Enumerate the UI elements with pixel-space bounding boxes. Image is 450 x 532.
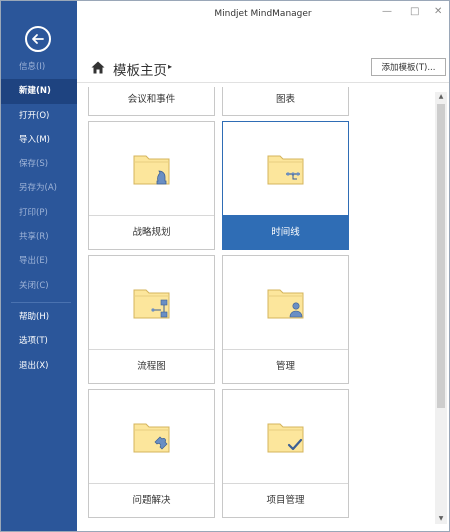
template-tile-problem-solving[interactable]: 问题解决: [88, 389, 215, 518]
sidebar-item-save[interactable]: 保存(S): [1, 152, 77, 176]
maximize-button[interactable]: □: [410, 6, 419, 17]
scroll-up-arrow-icon[interactable]: ▲: [435, 92, 447, 102]
sidebar-divider: [11, 301, 71, 303]
tile-icon-area: [223, 390, 348, 485]
close-button[interactable]: ✕: [434, 6, 442, 17]
tile-icon-area: [89, 390, 214, 485]
tile-label: 问题解决: [89, 483, 214, 517]
template-tile-project-management[interactable]: 项目管理: [222, 389, 349, 518]
sidebar-item-options[interactable]: 选项(T): [1, 329, 77, 353]
sidebar: 信息(I) 新建(N) 打开(O) 导入(M) 保存(S) 另存为(A) 打印(…: [1, 1, 77, 531]
template-grid: 会议和事件 图表 战略规划 时间线 流程图 管理 问题解决 项目管理: [77, 87, 433, 531]
sidebar-menu: 信息(I) 新建(N) 打开(O) 导入(M) 保存(S) 另存为(A) 打印(…: [1, 55, 77, 378]
scrollbar-thumb[interactable]: [437, 104, 445, 408]
sidebar-item-exit[interactable]: 退出(X): [1, 354, 77, 378]
tile-icon-area: [89, 122, 214, 217]
tile-label: 战略规划: [89, 215, 214, 249]
tile-label: 流程图: [89, 349, 214, 383]
sidebar-item-close[interactable]: 关闭(C): [1, 274, 77, 298]
back-button[interactable]: [25, 26, 51, 52]
template-tile-timeline[interactable]: 时间线: [222, 121, 349, 250]
template-tile-flowchart[interactable]: 流程图: [88, 255, 215, 384]
app-title: Mindjet MindManager: [214, 9, 312, 19]
header-divider: [77, 82, 449, 83]
app-window: 信息(I) 新建(N) 打开(O) 导入(M) 保存(S) 另存为(A) 打印(…: [0, 0, 450, 532]
folder-flowchart-icon: [133, 289, 170, 319]
tile-icon-area: [223, 122, 348, 217]
tile-icon-area: [223, 256, 348, 351]
sidebar-item-help[interactable]: 帮助(H): [1, 305, 77, 329]
template-tile-meetings-events[interactable]: 会议和事件: [88, 87, 215, 116]
page-header: 模板主页 ▸ 添加模板(T)...: [77, 53, 449, 83]
folder-timeline-icon: [267, 155, 304, 185]
template-tile-strategic-planning[interactable]: 战略规划: [88, 121, 215, 250]
tile-label: 图表: [223, 87, 348, 115]
sidebar-item-new[interactable]: 新建(N): [1, 79, 77, 104]
add-template-button[interactable]: 添加模板(T)...: [371, 58, 446, 76]
page-title: 模板主页: [113, 63, 167, 79]
minimize-button[interactable]: —: [382, 6, 392, 17]
back-arrow-icon: [32, 34, 44, 44]
template-tile-management[interactable]: 管理: [222, 255, 349, 384]
sidebar-item-open[interactable]: 打开(O): [1, 104, 77, 128]
template-tile-charts[interactable]: 图表: [222, 87, 349, 116]
tile-label: 会议和事件: [89, 87, 214, 115]
folder-puzzle-icon: [133, 423, 170, 453]
tile-label: 项目管理: [223, 483, 348, 517]
folder-chess-icon: [133, 155, 170, 185]
title-bar: Mindjet MindManager — □ ✕: [77, 1, 449, 29]
tile-label: 管理: [223, 349, 348, 383]
folder-checkmark-icon: [267, 423, 304, 453]
folder-person-icon: [267, 289, 304, 319]
sidebar-item-info[interactable]: 信息(I): [1, 55, 77, 79]
tile-label: 时间线: [223, 215, 348, 249]
breadcrumb-arrow-icon[interactable]: ▸: [168, 62, 172, 71]
tile-icon-area: [89, 256, 214, 351]
home-icon[interactable]: [91, 61, 105, 74]
scroll-down-arrow-icon[interactable]: ▼: [435, 514, 447, 524]
sidebar-item-import[interactable]: 导入(M): [1, 128, 77, 152]
sidebar-item-print[interactable]: 打印(P): [1, 201, 77, 225]
sidebar-item-share[interactable]: 共享(R): [1, 225, 77, 249]
vertical-scrollbar[interactable]: ▲ ▼: [435, 92, 447, 524]
sidebar-item-save-as[interactable]: 另存为(A): [1, 176, 77, 200]
sidebar-item-export[interactable]: 导出(E): [1, 249, 77, 273]
